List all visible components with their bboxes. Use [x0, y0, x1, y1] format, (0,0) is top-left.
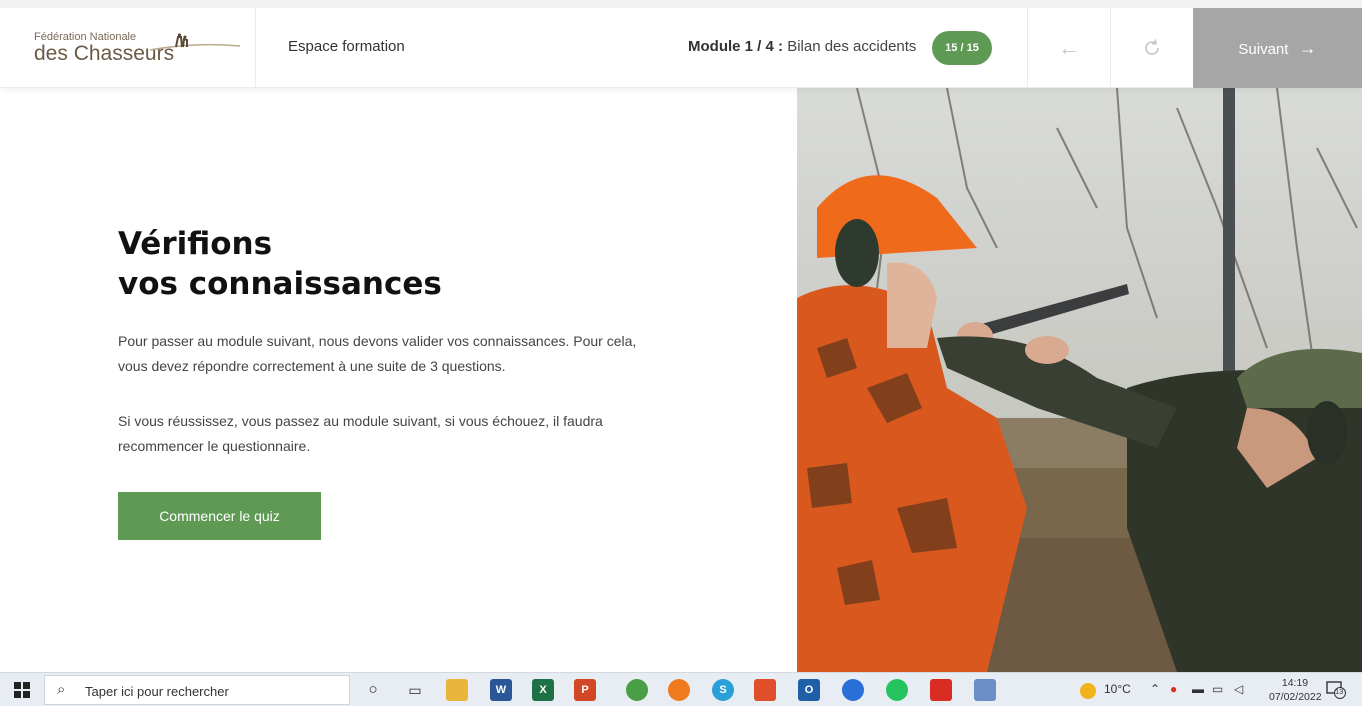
next-button[interactable]: Suivant → [1193, 8, 1362, 88]
module-number: Module 1 / 4 : [688, 38, 784, 55]
search-icon: ⌕ [57, 681, 66, 698]
clock-time: 14:19 [1281, 677, 1309, 689]
page-title-line2: vos connaissances [118, 266, 442, 302]
page-title-line1: Vérifions [118, 226, 273, 262]
excel-icon[interactable]: X [532, 679, 554, 701]
network-icon[interactable]: ▭ [1212, 682, 1223, 696]
rules-paragraph: Si vous réussissez, vous passez au modul… [118, 413, 603, 454]
notifications-button[interactable]: 13 [1326, 681, 1346, 699]
arrow-right-icon: → [1298, 38, 1317, 58]
previous-button[interactable]: ← [1027, 8, 1110, 88]
cortana-icon[interactable]: ○ [362, 679, 384, 701]
app-icon[interactable] [842, 679, 864, 701]
shooting-training-illustration [797, 88, 1362, 672]
battery-icon[interactable]: ▬ [1192, 682, 1204, 696]
windows-start-button[interactable] [0, 673, 44, 706]
acrobat-icon[interactable] [930, 679, 952, 701]
weather-icon[interactable] [1080, 683, 1096, 699]
module-title: Bilan des accidents [787, 38, 917, 55]
skype-icon[interactable]: S [712, 679, 734, 701]
firefox-icon[interactable] [668, 679, 690, 701]
hunters-silhouette-icon [150, 33, 240, 51]
page: Fédération Nationale des Chasseurs Espac… [0, 0, 1362, 706]
task-view-icon[interactable]: ▭ [404, 679, 426, 701]
arrow-left-icon: ← [1058, 35, 1080, 60]
office-icon[interactable] [754, 679, 776, 701]
progress-badge: 15 / 15 [932, 31, 992, 65]
whatsapp-icon[interactable] [886, 679, 908, 701]
title-highlight-block: Vérifions [118, 226, 273, 262]
windows-logo-icon [14, 682, 30, 698]
start-quiz-button[interactable]: Commencer le quiz [118, 492, 321, 540]
taskbar-clock[interactable]: 14:19 07/02/2022 [1269, 676, 1322, 704]
clock-date: 07/02/2022 [1269, 691, 1322, 703]
top-bar: Fédération Nationale des Chasseurs Espac… [0, 0, 1362, 88]
intro-paragraph: Pour passer au module suivant, nous devo… [118, 333, 637, 374]
show-hidden-icons-icon[interactable]: ⌃ [1150, 682, 1160, 696]
powerpoint-icon[interactable]: P [574, 679, 596, 701]
taskbar-search-placeholder: Taper ici pour rechercher [85, 684, 229, 699]
network-app-icon[interactable] [974, 679, 996, 701]
taskbar-search-box[interactable]: ⌕ Taper ici pour rechercher [44, 675, 350, 705]
weather-temperature: 10°C [1104, 682, 1131, 696]
chrome-icon[interactable] [626, 679, 648, 701]
reload-icon [1111, 8, 1193, 88]
module-indicator: Module 1 / 4 : Bilan des accidents [688, 38, 916, 55]
reload-button[interactable] [1110, 8, 1193, 88]
tray-app-icon[interactable]: ● [1170, 682, 1177, 696]
file-explorer-icon[interactable] [446, 679, 468, 701]
espace-formation-label: Espace formation [288, 38, 405, 55]
next-button-label: Suivant [1238, 41, 1289, 58]
volume-icon[interactable]: ◁ [1234, 682, 1243, 696]
word-icon[interactable]: W [490, 679, 512, 701]
hunters-photo [797, 88, 1362, 672]
logo[interactable]: Fédération Nationale des Chasseurs [0, 8, 256, 88]
outlook-icon[interactable]: O [798, 679, 820, 701]
windows-taskbar: ⌕ Taper ici pour rechercher ○ ▭ W X P S … [0, 672, 1362, 706]
notification-count: 13 [1335, 687, 1344, 696]
